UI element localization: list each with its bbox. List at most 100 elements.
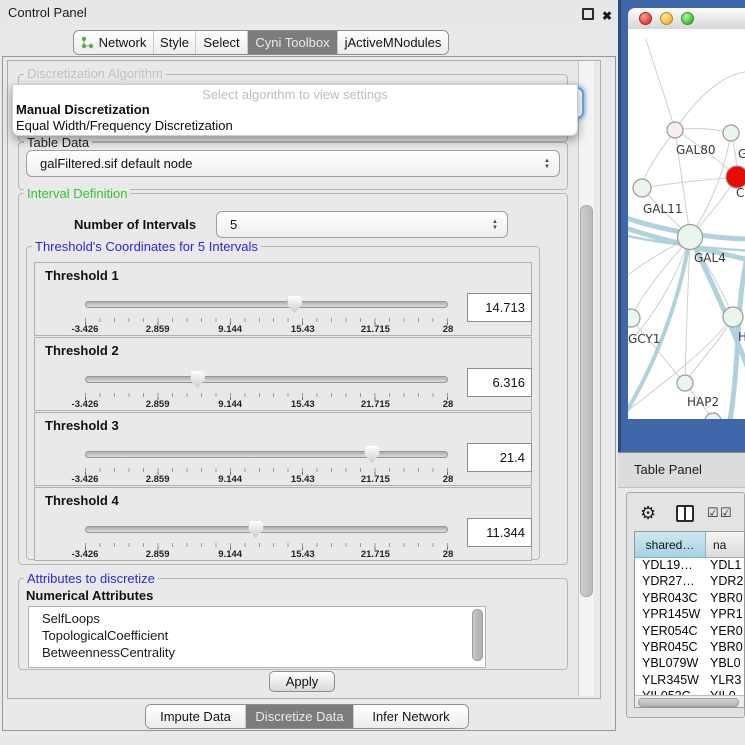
cell[interactable]: YDR2 xyxy=(706,574,744,590)
cell[interactable]: YLR345W xyxy=(635,673,706,689)
tab-impute-data[interactable]: Impute Data xyxy=(146,705,246,728)
node-gal4[interactable] xyxy=(678,225,703,250)
threshold-4-slider[interactable] xyxy=(85,520,448,540)
cell[interactable]: YER0 xyxy=(706,624,744,640)
threshold-3-slider-handle[interactable] xyxy=(364,446,379,463)
zoom-traffic-light[interactable] xyxy=(681,12,694,25)
tick-label: -3.426 xyxy=(72,399,99,410)
cell[interactable]: YDL19… xyxy=(635,558,706,574)
network-canvas[interactable]: GAL80 G. GAL11 C GAL4 GCY1 H HAP2 xyxy=(628,29,745,419)
node-gal80[interactable] xyxy=(667,122,683,138)
slider-track[interactable] xyxy=(85,526,448,533)
table-data-value: galFiltered.sif default node xyxy=(40,151,192,176)
cell[interactable]: YPR1 xyxy=(706,607,744,623)
list-item-betweennesscentrality[interactable]: BetweennessCentrality xyxy=(29,644,485,661)
list-scrollbar-thumb[interactable] xyxy=(472,609,483,661)
cell[interactable]: YBL0 xyxy=(706,656,744,672)
table-row[interactable]: YDL19…YDL1 xyxy=(635,558,744,574)
threshold-3-value-field[interactable]: 21.4 xyxy=(467,443,532,472)
node-gal11[interactable] xyxy=(633,179,651,197)
close-icon[interactable]: ✖ xyxy=(602,4,612,29)
threshold-1-slider[interactable] xyxy=(85,295,448,315)
table-row[interactable]: YLR345WYLR3 xyxy=(635,673,744,689)
cell[interactable]: YBR043C xyxy=(635,591,706,607)
close-traffic-light[interactable] xyxy=(639,12,652,25)
threshold-2-value-field[interactable]: 6.316 xyxy=(467,368,532,397)
table-row[interactable]: YBL079WYBL0 xyxy=(635,656,744,672)
float-window-icon[interactable] xyxy=(582,8,594,20)
threshold-3-panel: Threshold 3 -3.426 2.859 9.144 15.43 21.… xyxy=(34,412,532,486)
tab-network[interactable]: Network xyxy=(74,31,154,54)
table-row[interactable]: YBR043CYBR0 xyxy=(635,591,744,607)
node-red[interactable] xyxy=(726,166,745,188)
slider-tick-labels: -3.426 2.859 9.144 15.43 21.715 28 xyxy=(85,474,448,485)
checkbox-icon-1[interactable]: ☑ xyxy=(707,506,719,520)
table-panel-titlebar: Table Panel xyxy=(618,452,745,488)
panel-scrollbar-thumb[interactable] xyxy=(580,205,593,597)
threshold-3-slider[interactable] xyxy=(85,445,448,465)
numerical-attributes-label: Numerical Attributes xyxy=(26,588,153,603)
node-hap2[interactable] xyxy=(677,375,693,391)
tab-select[interactable]: Select xyxy=(196,31,248,54)
slider-tick-labels: -3.426 2.859 9.144 15.43 21.715 28 xyxy=(85,399,448,410)
cell[interactable]: YDR27… xyxy=(635,574,706,590)
table-header-row: shared… na xyxy=(635,532,744,558)
tab-jactivemnodules[interactable]: jActiveMNodules xyxy=(338,31,448,54)
node-gcy1[interactable] xyxy=(628,309,640,327)
table-row[interactable]: YPR145WYPR1 xyxy=(635,607,744,623)
table-data-combobox[interactable]: galFiltered.sif default node ▲▼ xyxy=(26,150,560,177)
table-row[interactable]: YER054CYER0 xyxy=(635,624,744,640)
threshold-4-value-field[interactable]: 11.344 xyxy=(467,518,532,547)
slider-track[interactable] xyxy=(85,376,448,383)
node-bottom[interactable] xyxy=(705,413,721,419)
threshold-1-value-field[interactable]: 14.713 xyxy=(467,293,532,322)
gear-icon[interactable]: ⚙ xyxy=(640,504,656,522)
cell[interactable]: YBL079W xyxy=(635,656,706,672)
cell[interactable]: YER054C xyxy=(635,624,706,640)
tab-infer-network[interactable]: Infer Network xyxy=(354,705,468,728)
table-scrollbar-thumb[interactable] xyxy=(638,698,739,707)
slider-track[interactable] xyxy=(85,451,448,458)
table-row[interactable]: YDR27…YDR2 xyxy=(635,574,744,590)
tab-network-label: Network xyxy=(99,35,147,50)
dropdown-item-manual-discretization[interactable]: Manual Discretization xyxy=(16,102,150,117)
threshold-2-slider[interactable] xyxy=(85,370,448,390)
column-header-shared-name[interactable]: shared… xyxy=(635,532,706,558)
apply-button[interactable]: Apply xyxy=(269,671,335,692)
tab-style[interactable]: Style xyxy=(154,31,196,54)
node-label-hap2: HAP2 xyxy=(687,395,719,409)
dropdown-prompt-item[interactable]: Select algorithm to view settings xyxy=(13,87,577,102)
threshold-2-slider-handle[interactable] xyxy=(190,371,205,388)
cell[interactable]: YBR0 xyxy=(706,640,744,656)
number-of-intervals-combobox[interactable]: 5 ▲▼ xyxy=(216,211,508,238)
tick-label: 15.43 xyxy=(291,549,315,560)
node-label-gcy1: GCY1 xyxy=(628,332,660,346)
threshold-1-slider-handle[interactable] xyxy=(287,296,302,313)
tick-label: -3.426 xyxy=(72,549,99,560)
tick-label: 9.144 xyxy=(218,399,242,410)
threshold-4-slider-handle[interactable] xyxy=(248,521,263,538)
column-layout-icon[interactable] xyxy=(676,505,694,522)
cell[interactable]: YBR045C xyxy=(635,640,706,656)
list-item-selfloops[interactable]: SelfLoops xyxy=(29,607,485,627)
tab-cyni-toolbox[interactable]: Cyni Toolbox xyxy=(248,31,338,54)
threshold-4-panel: Threshold 4 -3.426 2.859 9.144 15.43 21.… xyxy=(34,487,532,561)
dropdown-item-equal-width[interactable]: Equal Width/Frequency Discretization xyxy=(16,118,233,133)
checkbox-icon-2[interactable]: ☑ xyxy=(720,506,732,520)
tab-discretize-data[interactable]: Discretize Data xyxy=(246,705,354,728)
minimize-traffic-light[interactable] xyxy=(660,12,673,25)
table-row[interactable]: YBR045CYBR0 xyxy=(635,640,744,656)
list-item-topologicalcoefficient[interactable]: TopologicalCoefficient xyxy=(29,627,485,644)
column-header-name[interactable]: na xyxy=(706,532,744,558)
tick-label: 9.144 xyxy=(218,474,242,485)
table-horizontal-scrollbar[interactable] xyxy=(635,695,744,707)
node-h[interactable] xyxy=(723,307,743,327)
node-g[interactable] xyxy=(723,125,739,141)
cell[interactable]: YBR0 xyxy=(706,591,744,607)
cell[interactable]: YLR3 xyxy=(706,673,744,689)
slider-track[interactable] xyxy=(85,301,448,308)
network-window-titlebar[interactable] xyxy=(628,8,745,30)
cell[interactable]: YDL1 xyxy=(706,558,744,574)
cell[interactable]: YPR145W xyxy=(635,607,706,623)
slider-tick-labels: -3.426 2.859 9.144 15.43 21.715 28 xyxy=(85,324,448,335)
